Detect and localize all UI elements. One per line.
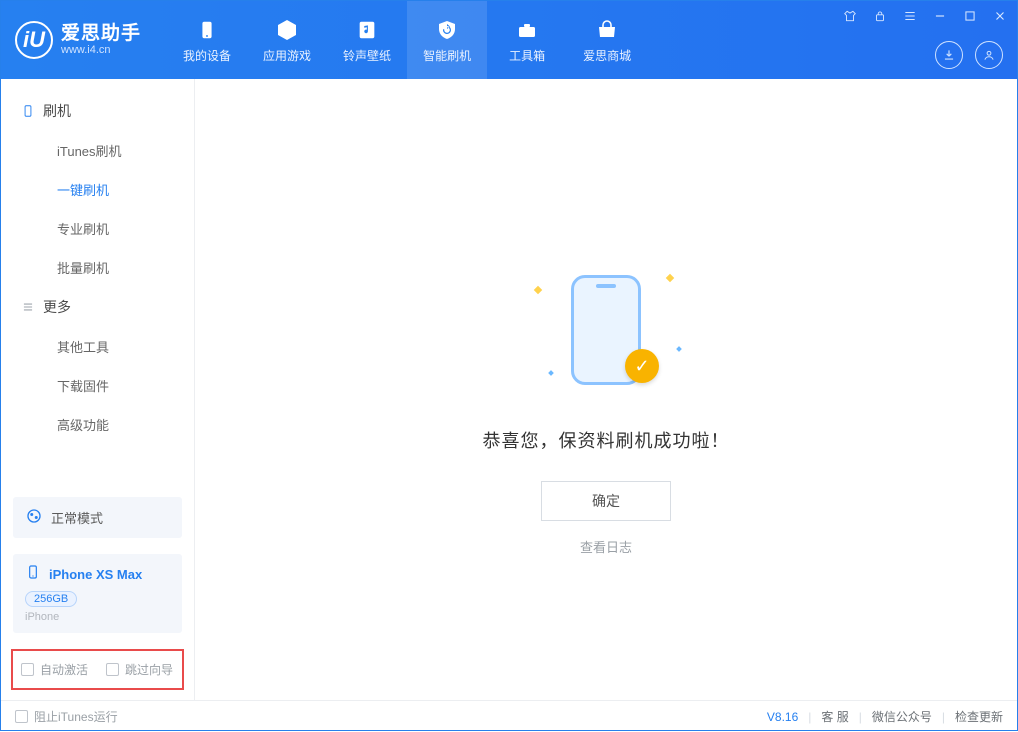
app-logo: iU 爱思助手 www.i4.cn: [1, 1, 157, 79]
nav-ringtone-wallpaper[interactable]: 铃声壁纸: [327, 1, 407, 79]
body: 刷机 iTunes刷机 一键刷机 专业刷机 批量刷机 更多 其他工具 下载固件 …: [1, 79, 1017, 700]
app-title: 爱思助手: [61, 24, 141, 45]
minimize-icon[interactable]: [931, 7, 949, 25]
app-domain: www.i4.cn: [61, 44, 141, 56]
top-nav: 我的设备 应用游戏 铃声壁纸 智能刷机 工具箱 爱思商城: [167, 1, 647, 79]
user-icon[interactable]: [975, 41, 1003, 69]
toolbox-icon: [514, 17, 540, 43]
flash-options-highlight: 自动激活 跳过向导: [11, 649, 184, 690]
nav-apps-games[interactable]: 应用游戏: [247, 1, 327, 79]
checkbox-auto-activate[interactable]: 自动激活: [21, 661, 88, 678]
ok-button[interactable]: 确定: [541, 481, 671, 521]
music-note-icon: [354, 17, 380, 43]
sidebar: 刷机 iTunes刷机 一键刷机 专业刷机 批量刷机 更多 其他工具 下载固件 …: [1, 79, 195, 700]
view-log-link[interactable]: 查看日志: [580, 537, 632, 556]
shop-icon: [594, 17, 620, 43]
side-other-tools[interactable]: 其他工具: [1, 327, 194, 366]
side-one-key-flash[interactable]: 一键刷机: [1, 170, 194, 209]
success-message: 恭喜您，保资料刷机成功啦！: [483, 427, 730, 453]
success-illustration: ✓: [531, 269, 681, 399]
side-download-firmware[interactable]: 下载固件: [1, 366, 194, 405]
checkbox-block-itunes[interactable]: 阻止iTunes运行: [15, 708, 118, 725]
device-outline-icon: [21, 104, 35, 118]
side-advanced[interactable]: 高级功能: [1, 405, 194, 444]
device-icon: [25, 564, 41, 585]
check-update-link[interactable]: 检查更新: [955, 708, 1003, 725]
lock-icon[interactable]: [871, 7, 889, 25]
nav-my-device[interactable]: 我的设备: [167, 1, 247, 79]
nav-smart-flash[interactable]: 智能刷机: [407, 1, 487, 79]
device-card[interactable]: iPhone XS Max 256GB iPhone: [13, 554, 182, 633]
device-name: iPhone XS Max: [49, 567, 142, 582]
close-icon[interactable]: [991, 7, 1009, 25]
side-itunes-flash[interactable]: iTunes刷机: [1, 131, 194, 170]
wechat-link[interactable]: 微信公众号: [872, 708, 932, 725]
refresh-shield-icon: [434, 17, 460, 43]
device-type: iPhone: [25, 611, 170, 623]
shirt-icon[interactable]: [841, 7, 859, 25]
logo-icon: iU: [15, 21, 53, 59]
download-icon[interactable]: [935, 41, 963, 69]
main-content: ✓ 恭喜您，保资料刷机成功啦！ 确定 查看日志: [195, 79, 1017, 700]
maximize-icon[interactable]: [961, 7, 979, 25]
side-batch-flash[interactable]: 批量刷机: [1, 248, 194, 287]
footer: 阻止iTunes运行 V8.16 | 客 服 | 微信公众号 | 检查更新: [1, 700, 1017, 732]
device-mode-card[interactable]: 正常模式: [13, 497, 182, 538]
checkbox-skip-guide[interactable]: 跳过向导: [106, 661, 173, 678]
titlebar: iU 爱思助手 www.i4.cn 我的设备 应用游戏 铃声壁纸 智能刷机 工具…: [1, 1, 1017, 79]
check-badge-icon: ✓: [625, 349, 659, 383]
menu-icon[interactable]: [901, 7, 919, 25]
version-label: V8.16: [767, 710, 798, 724]
window-controls: [841, 7, 1009, 25]
side-group-flash[interactable]: 刷机: [1, 91, 194, 131]
nav-toolbox[interactable]: 工具箱: [487, 1, 567, 79]
nav-shop[interactable]: 爱思商城: [567, 1, 647, 79]
side-group-more[interactable]: 更多: [1, 287, 194, 327]
side-pro-flash[interactable]: 专业刷机: [1, 209, 194, 248]
list-icon: [21, 300, 35, 314]
mode-icon: [25, 507, 43, 528]
device-capacity: 256GB: [25, 591, 77, 607]
cube-icon: [274, 17, 300, 43]
phone-icon: [194, 17, 220, 43]
header-actions: [935, 41, 1003, 69]
support-link[interactable]: 客 服: [821, 708, 848, 725]
